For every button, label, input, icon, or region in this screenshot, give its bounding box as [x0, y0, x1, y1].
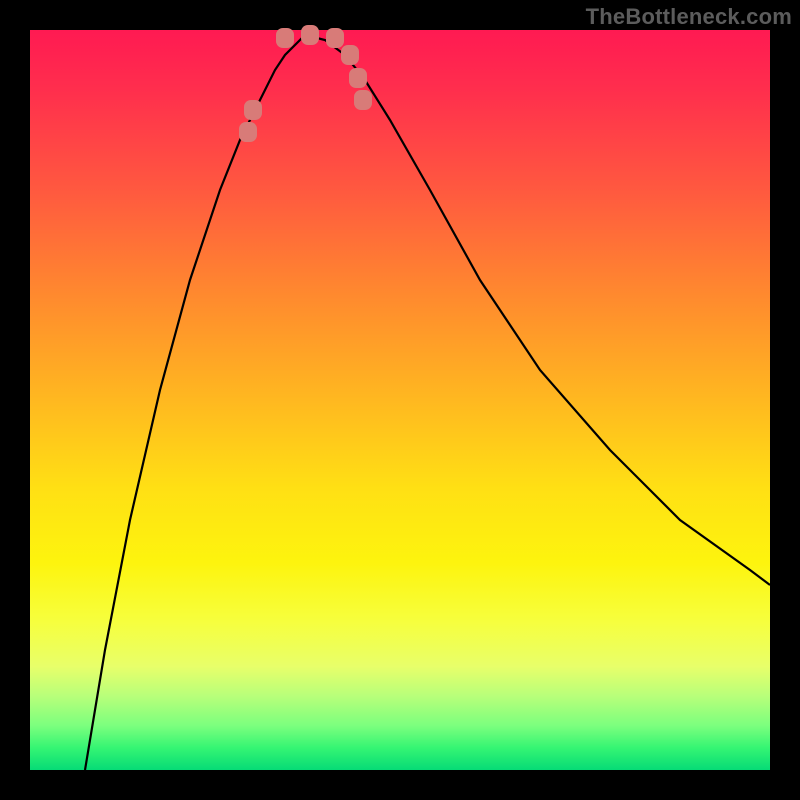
curve-marker	[354, 90, 372, 110]
curve-marker	[326, 28, 344, 48]
chart-frame: TheBottleneck.com	[0, 0, 800, 800]
curve-marker	[349, 68, 367, 88]
curve-marker	[244, 100, 262, 120]
curve-marker	[239, 122, 257, 142]
bottleneck-curve	[30, 30, 770, 770]
curve-marker	[341, 45, 359, 65]
curve-marker	[301, 25, 319, 45]
plot-area	[30, 30, 770, 770]
curve-marker	[276, 28, 294, 48]
watermark-text: TheBottleneck.com	[586, 4, 792, 30]
